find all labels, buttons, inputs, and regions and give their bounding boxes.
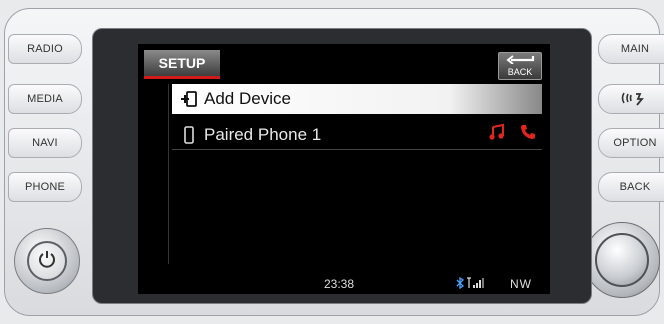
compass-heading: NW: [510, 277, 532, 291]
add-device-icon: [178, 90, 200, 108]
voice-button[interactable]: [598, 84, 664, 114]
back-hardware-button-label: BACK: [619, 181, 651, 193]
option-button-label: OPTION: [613, 137, 657, 149]
main-button-label: MAIN: [620, 43, 650, 55]
phone-button[interactable]: PHONE: [8, 172, 82, 202]
setup-tab: SETUP: [144, 50, 220, 79]
clock: 23:38: [324, 277, 355, 291]
phone-button-label: PHONE: [24, 181, 66, 193]
back-button[interactable]: BACK: [498, 52, 542, 80]
main-button[interactable]: MAIN: [598, 34, 664, 64]
list-item-label: Add Device: [204, 89, 291, 108]
power-icon: [37, 249, 57, 274]
media-button[interactable]: MEDIA: [8, 84, 82, 114]
option-button[interactable]: OPTION: [598, 128, 664, 158]
call-handset-icon: [520, 124, 536, 145]
signal-strength-icon: [466, 277, 484, 292]
tune-knob[interactable]: [584, 222, 660, 298]
navi-button-label: NAVI: [32, 137, 58, 149]
display-screen: SETUP BACK Add Device Paired Phone 1 23:…: [138, 44, 550, 294]
phone-icon: [178, 125, 200, 144]
music-note-icon: [488, 123, 506, 146]
media-button-label: MEDIA: [27, 93, 63, 105]
back-button-label: BACK: [507, 67, 533, 77]
power-volume-knob[interactable]: [14, 228, 80, 294]
status-bar: 23:38 NW: [138, 274, 550, 294]
bluetooth-icon: [456, 276, 465, 292]
radio-button[interactable]: RADIO: [8, 34, 82, 64]
page-title: SETUP: [158, 55, 206, 71]
radio-button-label: RADIO: [27, 43, 63, 55]
navi-button[interactable]: NAVI: [8, 128, 82, 158]
setup-list: Add Device Paired Phone 1: [166, 84, 542, 150]
list-item-paired-phone[interactable]: Paired Phone 1: [172, 120, 542, 150]
back-arrow-icon: [505, 54, 535, 67]
list-item-label: Paired Phone 1: [204, 124, 322, 144]
back-hardware-button[interactable]: BACK: [598, 172, 664, 202]
voice-command-icon: [620, 90, 650, 109]
list-item-add-device[interactable]: Add Device: [172, 84, 542, 114]
